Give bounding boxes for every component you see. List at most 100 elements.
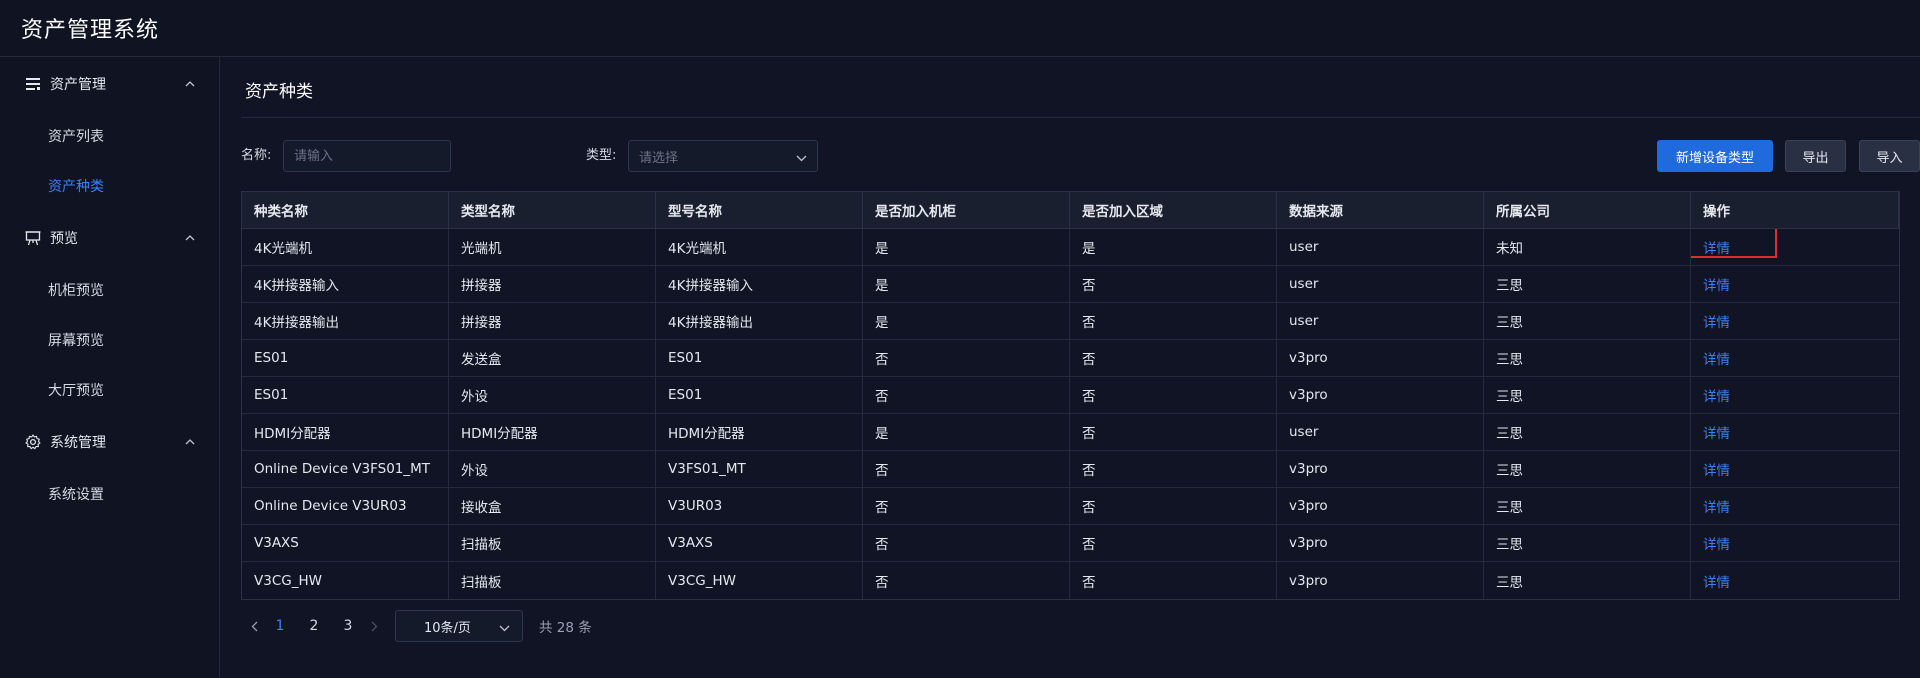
cell-text: V3AXS [254,535,299,551]
table-cell: 三思 [1484,303,1691,339]
cell-text: v3pro [1289,535,1328,551]
sidebar-item-asset-list[interactable]: 资产列表 [0,111,219,161]
table-cell: user [1277,303,1484,339]
sidebar-item-system-settings[interactable]: 系统设置 [0,469,219,519]
table-cell: v3pro [1277,562,1484,599]
page-number[interactable]: 1 [263,618,297,634]
cell-text: 是 [1082,241,1096,257]
table-cell: 三思 [1484,340,1691,376]
prev-page-button[interactable] [245,617,263,635]
table-cell: 否 [863,525,1070,561]
page-number[interactable]: 3 [331,618,365,634]
filter-bar: 名称: 类型: 请选择 新增设备类型 导出 导入 [241,140,1920,172]
cell-text: 三思 [1496,278,1523,294]
sidebar-group-preview[interactable]: 预览 [0,211,219,265]
table-cell: 未知 [1484,229,1691,265]
table-header: 种类名称 类型名称 型号名称 是否加入机柜 是否加入区域 数据来源 所属公司 操… [242,192,1899,229]
table-cell: V3CG_HW [242,562,449,599]
cell-text: 4K光端机 [254,241,312,257]
cell-text: v3pro [1289,498,1328,514]
sidebar-group-asset-management[interactable]: 资产管理 [0,57,219,111]
cell-text: 三思 [1496,426,1523,442]
table-cell: 三思 [1484,562,1691,599]
import-button[interactable]: 导入 [1859,140,1920,172]
page-number[interactable]: 2 [297,618,331,634]
cell-text: HDMI分配器 [254,426,331,442]
cell-text: 发送盒 [461,352,502,368]
detail-link[interactable]: 详情 [1703,241,1730,257]
cell-text: V3FS01_MT [668,461,746,477]
column-header[interactable]: 所属公司 [1484,192,1691,228]
detail-link[interactable]: 详情 [1703,575,1730,591]
page-size-select[interactable]: 10条/页 [395,610,523,642]
name-filter-input[interactable] [283,140,451,172]
next-page-button[interactable] [365,617,383,635]
table-cell: 三思 [1484,377,1691,413]
column-header[interactable]: 是否加入区域 [1070,192,1277,228]
sidebar-item-label: 系统设置 [48,487,104,503]
sidebar-group-label: 资产管理 [50,77,106,93]
table-cell: HDMI分配器 [449,414,656,450]
add-device-type-button[interactable]: 新增设备类型 [1657,140,1773,172]
sidebar-item-cabinet-preview[interactable]: 机柜预览 [0,265,219,315]
cell-text: 4K拼接器输入 [668,278,753,294]
sidebar-group-system-management[interactable]: 系统管理 [0,415,219,469]
detail-link[interactable]: 详情 [1703,352,1730,368]
sidebar: 资产管理 资产列表 资产种类 预览 机柜预览 屏幕预览 大厅预览 系统管理 系统… [0,57,220,678]
detail-link[interactable]: 详情 [1703,389,1730,405]
column-header[interactable]: 数据来源 [1277,192,1484,228]
cell-text: 是 [875,315,889,331]
action-cell: 详情 [1691,562,1899,599]
table-cell: 三思 [1484,266,1691,302]
table-cell: 否 [1070,266,1277,302]
table-cell: 三思 [1484,525,1691,561]
table-cell: 是 [1070,229,1277,265]
column-header[interactable]: 是否加入机柜 [863,192,1070,228]
detail-link[interactable]: 详情 [1703,278,1730,294]
sidebar-item-hall-preview[interactable]: 大厅预览 [0,365,219,415]
table-cell: 4K光端机 [242,229,449,265]
type-filter-select[interactable]: 请选择 [628,140,818,172]
cell-text: v3pro [1289,572,1328,589]
action-cell: 详情 [1691,451,1899,487]
cell-text: 三思 [1496,500,1523,516]
chevron-down-icon [499,617,510,636]
cell-text: 光端机 [461,241,502,257]
table-cell: 否 [863,451,1070,487]
gear-icon [24,433,42,451]
cell-text: 三思 [1496,315,1523,331]
cell-text: 4K光端机 [668,241,726,257]
sidebar-item-asset-category[interactable]: 资产种类 [0,161,219,211]
cell-text: Online Device V3UR03 [254,498,407,514]
table-cell: HDMI分配器 [242,414,449,450]
column-header[interactable]: 类型名称 [449,192,656,228]
type-filter-label: 类型: [586,148,617,163]
table-cell: 否 [1070,303,1277,339]
sidebar-item-screen-preview[interactable]: 屏幕预览 [0,315,219,365]
cell-text: ES01 [668,387,703,403]
column-header[interactable]: 型号名称 [656,192,863,228]
table-cell: V3UR03 [656,488,863,524]
sidebar-item-label: 资产种类 [48,179,104,195]
sidebar-group-label: 预览 [50,231,78,247]
table-cell: 三思 [1484,451,1691,487]
sidebar-item-label: 机柜预览 [48,283,104,299]
table-cell: v3pro [1277,377,1484,413]
cell-text: 4K拼接器输出 [668,315,753,331]
cell-text: Online Device V3FS01_MT [254,461,431,477]
detail-link[interactable]: 详情 [1703,537,1730,553]
table-row: ES01 外设 ES01 否 否 v3pro 三思 详情 [242,377,1899,414]
cell-text: 是 [875,426,889,442]
column-header[interactable]: 种类名称 [242,192,449,228]
detail-link[interactable]: 详情 [1703,500,1730,516]
detail-link[interactable]: 详情 [1703,315,1730,331]
detail-link[interactable]: 详情 [1703,463,1730,479]
cell-text: 外设 [461,463,488,479]
table-cell: 发送盒 [449,340,656,376]
cell-text: 否 [875,537,889,553]
type-filter-placeholder: 请选择 [639,150,679,166]
export-button[interactable]: 导出 [1785,140,1846,172]
detail-link[interactable]: 详情 [1703,426,1730,442]
cell-text: 4K拼接器输入 [254,278,339,294]
cell-text: HDMI分配器 [461,426,538,442]
